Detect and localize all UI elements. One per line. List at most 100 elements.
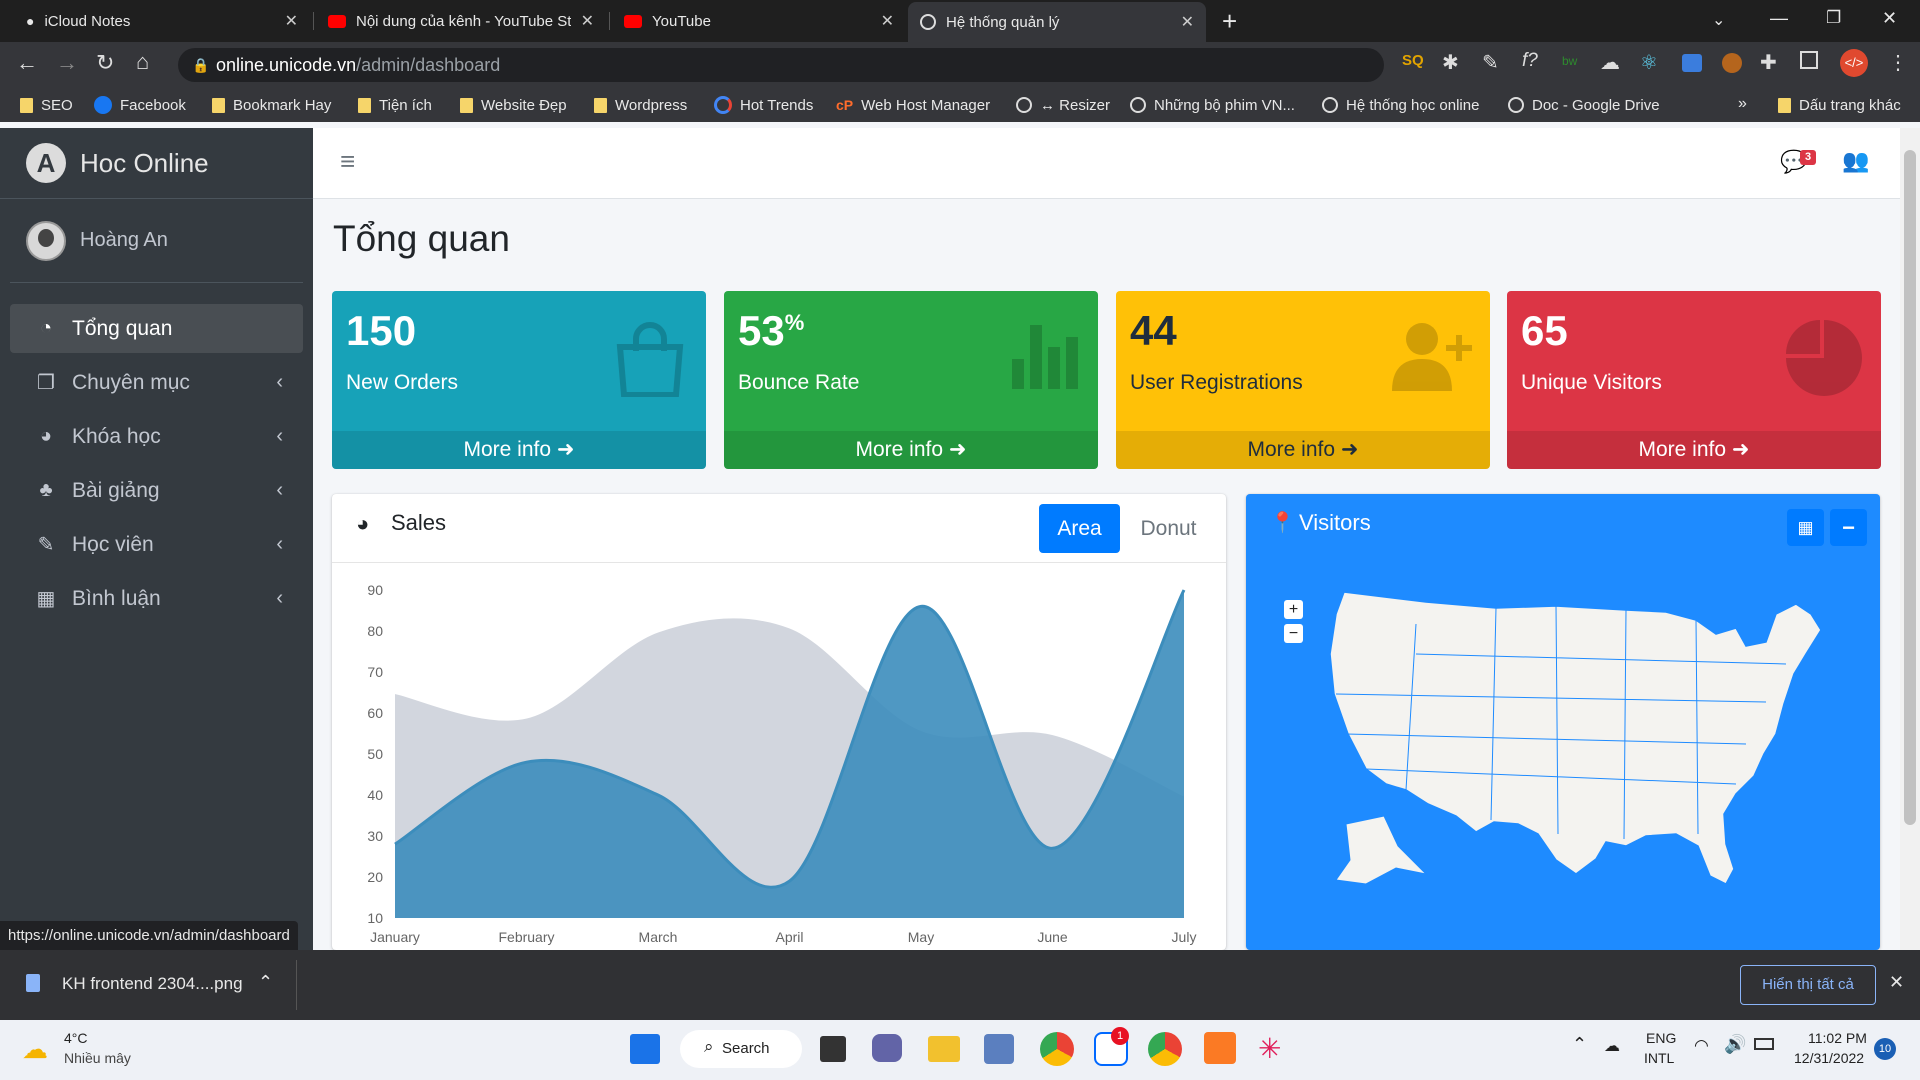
xampp-icon[interactable] — [1204, 1032, 1236, 1064]
user-panel[interactable]: Hoàng An — [10, 199, 303, 283]
brand-link[interactable]: A Hoc Online — [0, 128, 313, 199]
extension-pen-icon[interactable]: ✎ — [1482, 50, 1499, 75]
extension-gear-icon[interactable]: ✱ — [1442, 50, 1459, 75]
collapse-button[interactable]: − — [1830, 509, 1867, 546]
card-title: Visitors — [1299, 510, 1371, 535]
remote-desktop-icon[interactable] — [984, 1034, 1014, 1064]
extension-sq-icon[interactable]: SQ — [1402, 52, 1424, 69]
users-icon[interactable]: 👥 — [1842, 148, 1869, 174]
sidebar-item-label: Khóa học — [72, 424, 161, 448]
notification-center-badge[interactable]: 10 — [1874, 1038, 1896, 1060]
show-all-downloads-button[interactable]: Hiển thị tất cả — [1740, 965, 1876, 1005]
tab-youtube-studio[interactable]: Nội dung của kênh - YouTube Studio ✕ — [316, 0, 606, 42]
react-devtools-icon[interactable]: ⚛ — [1640, 50, 1658, 75]
forward-icon[interactable]: → — [56, 50, 78, 76]
bookmark-facebook[interactable]: Facebook — [94, 88, 186, 122]
bookmark-resizer[interactable]: ↔ Resizer — [1016, 88, 1110, 122]
close-icon[interactable]: ✕ — [581, 11, 594, 31]
chrome-profile-icon[interactable] — [1148, 1032, 1182, 1066]
calendar-button[interactable]: ▦ — [1787, 509, 1824, 546]
tab-he-thong-quan-ly[interactable]: Hệ thống quản lý ✕ — [908, 2, 1206, 42]
network-status-icon[interactable]: ☁ — [1604, 1036, 1620, 1056]
more-bookmarks-icon[interactable]: » — [1738, 95, 1747, 113]
tab-youtube[interactable]: YouTube ✕ — [612, 0, 906, 42]
sidebar-item-chuyen-muc[interactable]: ❐ Chuyên mục ‹ — [10, 358, 303, 407]
download-filename[interactable]: KH frontend 2304....png — [62, 974, 243, 994]
bookmark-doc-google-drive[interactable]: Doc - Google Drive — [1508, 88, 1660, 122]
cookie-icon[interactable] — [1722, 53, 1742, 73]
menu-kebab-icon[interactable]: ⋮ — [1888, 50, 1908, 75]
hamburger-menu-icon[interactable]: ≡ — [340, 146, 355, 177]
bookmark-seo[interactable]: SEO — [20, 88, 73, 122]
map-zoom-out-button[interactable]: − — [1284, 624, 1303, 643]
back-icon[interactable]: ← — [16, 50, 38, 76]
language-primary[interactable]: ENG — [1646, 1030, 1676, 1046]
slack-icon[interactable]: ✳ — [1258, 1032, 1281, 1065]
file-explorer-icon[interactable] — [928, 1036, 960, 1062]
address-bar[interactable]: 🔒 online.unicode.vn/admin/dashboard — [178, 48, 1384, 82]
puzzle-icon[interactable]: ✚ — [1760, 50, 1777, 75]
clock-date[interactable]: 12/31/2022 — [1794, 1050, 1864, 1066]
weather-cloud-icon: ☁ — [22, 1034, 48, 1064]
bookmark-other[interactable]: Dấu trang khác — [1778, 88, 1901, 122]
tab-search-icon[interactable]: ⌄ — [1712, 10, 1725, 30]
bookmark-web-host-manager[interactable]: cP Web Host Manager — [836, 88, 990, 122]
new-tab-button[interactable]: + — [1222, 6, 1237, 37]
avatar — [26, 220, 66, 261]
extension-formula-icon[interactable]: f? — [1522, 50, 1538, 72]
weather-desc[interactable]: Nhiều mây — [64, 1050, 131, 1066]
language-secondary[interactable]: INTL — [1644, 1050, 1674, 1066]
restore-button[interactable]: ❐ — [1826, 8, 1841, 28]
chevron-up-icon[interactable]: ⌃ — [1572, 1034, 1587, 1055]
sidepanel-icon[interactable] — [1800, 51, 1818, 69]
bookmark-tien-ich[interactable]: Tiện ích — [358, 88, 432, 122]
stat-label: New Orders — [346, 371, 459, 394]
windows-start-icon[interactable] — [630, 1034, 660, 1064]
bookmark-hot-trends[interactable]: Hot Trends — [714, 88, 813, 122]
more-info-link[interactable]: More info ➜ — [1507, 431, 1881, 469]
sidebar-item-binh-luan[interactable]: ▦ Bình luận ‹ — [10, 574, 303, 623]
task-view-icon[interactable] — [820, 1036, 846, 1062]
clock-time[interactable]: 11:02 PM — [1808, 1030, 1867, 1046]
tab-donut[interactable]: Donut — [1128, 504, 1209, 553]
close-icon[interactable]: ✕ — [881, 11, 894, 31]
extension-bw-icon[interactable]: bw — [1562, 54, 1577, 68]
minimize-button[interactable]: — — [1770, 8, 1788, 29]
wifi-icon[interactable]: ◠ — [1694, 1036, 1709, 1056]
close-icon[interactable]: ✕ — [1181, 12, 1194, 32]
map-zoom-in-button[interactable]: + — [1284, 600, 1303, 619]
extension-cloud-icon[interactable]: ☁ — [1600, 50, 1620, 75]
bookmark-wordpress[interactable]: Wordpress — [594, 88, 687, 122]
teams-icon[interactable] — [872, 1034, 902, 1062]
pie-chart-icon: ◕ — [39, 425, 53, 447]
sidebar-item-label: Bài giảng — [72, 478, 160, 502]
more-info-link[interactable]: More info ➜ — [1116, 431, 1490, 469]
taskbar-search[interactable]: Search — [680, 1030, 802, 1068]
chrome-icon[interactable] — [1040, 1032, 1074, 1066]
close-window-button[interactable]: ✕ — [1882, 8, 1897, 29]
bookmark-bookmark-hay[interactable]: Bookmark Hay — [212, 88, 331, 122]
reload-icon[interactable]: ↻ — [96, 50, 114, 76]
battery-icon[interactable] — [1754, 1038, 1774, 1050]
bookmark-he-thong-hoc-online[interactable]: Hệ thống học online — [1322, 88, 1479, 122]
profile-avatar[interactable]: </> — [1840, 49, 1868, 77]
scrollbar-thumb[interactable] — [1904, 150, 1916, 825]
close-icon[interactable]: ✕ — [1889, 972, 1904, 993]
more-info-link[interactable]: More info ➜ — [332, 431, 706, 469]
sidebar-item-bai-giang[interactable]: ♣ Bài giảng ‹ — [10, 466, 303, 515]
weather-temp[interactable]: 4°C — [64, 1030, 88, 1046]
tab-icloud-notes[interactable]: ● iCloud Notes ✕ — [14, 0, 310, 42]
bookmark-website-dep[interactable]: Website Đẹp — [460, 88, 567, 122]
tab-area[interactable]: Area — [1039, 504, 1120, 553]
bookmark-nhung-bo-phim[interactable]: Những bộ phim VN... — [1130, 88, 1295, 122]
chevron-up-icon[interactable]: ⌃ — [258, 972, 273, 993]
sidebar-item-tong-quan[interactable]: ◔ Tổng quan — [10, 304, 303, 353]
volume-icon[interactable]: 🔊 — [1724, 1034, 1746, 1055]
sidebar-item-khoa-hoc[interactable]: ◕ Khóa học ‹ — [10, 412, 303, 461]
close-icon[interactable]: ✕ — [285, 11, 298, 31]
tab-title: Nội dung của kênh - YouTube Studio — [356, 12, 571, 30]
home-icon[interactable]: ⌂ — [136, 49, 149, 75]
more-info-link[interactable]: More info ➜ — [724, 431, 1098, 469]
sidebar-item-hoc-vien[interactable]: ✎ Học viên ‹ — [10, 520, 303, 569]
extension-blue-icon[interactable] — [1682, 54, 1702, 72]
